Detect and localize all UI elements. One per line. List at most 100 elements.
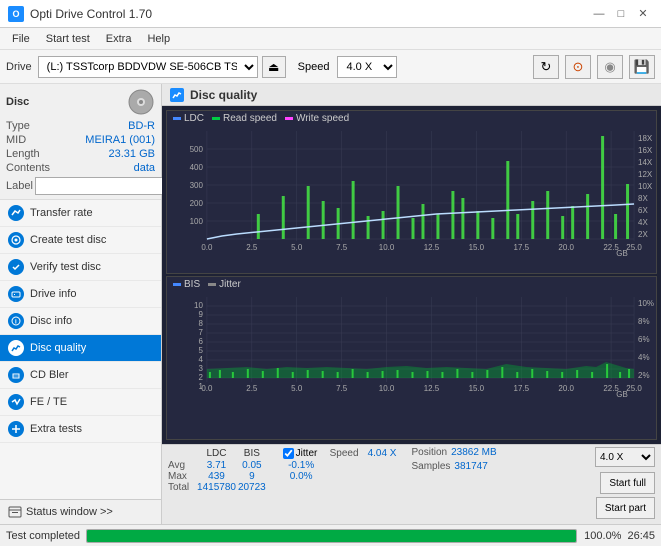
sidebar-nav: Transfer rate Create test disc Verify te… — [0, 200, 161, 499]
svg-text:6X: 6X — [638, 206, 648, 215]
svg-text:8X: 8X — [638, 194, 648, 203]
maximize-button[interactable]: □ — [611, 5, 631, 23]
nav-disc-info[interactable]: i Disc info — [0, 308, 161, 335]
samples-row: Samples 381747 — [412, 461, 542, 472]
app-title: Opti Drive Control 1.70 — [30, 7, 152, 21]
menu-help[interactable]: Help — [139, 31, 178, 47]
speed-select-stats[interactable]: 4.0 X — [595, 447, 655, 467]
jitter-label-legend: Jitter — [219, 279, 241, 290]
disc-svg-icon — [127, 88, 155, 116]
svg-text:0.0: 0.0 — [201, 384, 213, 393]
bottom-chart: BIS Jitter — [166, 276, 657, 440]
max-bis: 9 — [237, 471, 267, 482]
disc-length-row: Length 23.31 GB — [6, 148, 155, 160]
svg-text:20.0: 20.0 — [558, 384, 574, 393]
nav-label-verify: Verify test disc — [30, 261, 101, 273]
max-ldc: 439 — [196, 471, 237, 482]
close-button[interactable]: ✕ — [633, 5, 653, 23]
label-input[interactable] — [35, 177, 175, 195]
jitter-col-label: Jitter — [296, 448, 318, 459]
svg-text:8: 8 — [198, 319, 203, 328]
toolbar: Drive (L:) TSSTcorp BDDVDW SE-506CB TS02… — [0, 50, 661, 84]
nav-icon-extra — [8, 421, 24, 437]
jitter-checkbox[interactable] — [283, 448, 294, 459]
menu-file[interactable]: File — [4, 31, 38, 47]
svg-text:2%: 2% — [638, 371, 650, 380]
stats-bar: LDC BIS Jitter Speed 4.04 X — [162, 444, 661, 524]
svg-text:400: 400 — [190, 163, 204, 172]
nav-label-fe-te: FE / TE — [30, 396, 67, 408]
svg-text:16X: 16X — [638, 146, 653, 155]
charts-area: LDC Read speed Write speed — [162, 106, 661, 444]
nav-fe-te[interactable]: FE / TE — [0, 389, 161, 416]
refresh-button[interactable]: ↻ — [533, 55, 559, 79]
nav-extra-tests[interactable]: Extra tests — [0, 416, 161, 443]
legend-read: Read speed — [212, 113, 277, 124]
nav-icon-drive — [8, 286, 24, 302]
svg-text:10%: 10% — [638, 299, 654, 308]
nav-cd-bler[interactable]: CD Bler — [0, 362, 161, 389]
label-label: Label — [6, 180, 33, 192]
speed-stat-label: Speed — [324, 447, 363, 460]
col-ldc: LDC — [196, 447, 237, 460]
nav-icon-transfer — [8, 205, 24, 221]
start-full-button[interactable]: Start full — [600, 472, 655, 494]
svg-text:5.0: 5.0 — [291, 243, 303, 252]
title-bar-left: O Opti Drive Control 1.70 — [8, 6, 152, 22]
disc-quality-header: Disc quality — [162, 84, 661, 106]
svg-text:6%: 6% — [638, 335, 650, 344]
nav-create-test-disc[interactable]: Create test disc — [0, 227, 161, 254]
progress-bar-fill — [87, 530, 576, 542]
svg-text:15.0: 15.0 — [469, 384, 485, 393]
avg-label: Avg — [168, 460, 196, 471]
status-window-label: Status window >> — [26, 506, 113, 518]
disc-quality-title: Disc quality — [190, 88, 257, 102]
stats-actions: 4.0 X Start full Start part — [551, 447, 655, 519]
nav-label-create: Create test disc — [30, 234, 106, 246]
svg-text:2X: 2X — [638, 230, 648, 239]
svg-text:100: 100 — [190, 217, 204, 226]
start-part-button[interactable]: Start part — [596, 497, 655, 519]
svg-text:2: 2 — [198, 373, 203, 382]
position-label: Position — [412, 447, 448, 458]
jitter-check-cell: Jitter — [279, 447, 324, 460]
disc-contents-row: Contents data — [6, 162, 155, 174]
status-window-icon — [8, 505, 22, 519]
read-dot — [212, 117, 220, 120]
menu-bar: File Start test Extra Help — [0, 28, 661, 50]
nav-transfer-rate[interactable]: Transfer rate — [0, 200, 161, 227]
app-icon: O — [8, 6, 24, 22]
burn-button[interactable]: ⊙ — [565, 55, 591, 79]
minimize-button[interactable]: — — [589, 5, 609, 23]
svg-text:0.0: 0.0 — [201, 243, 213, 252]
menu-start-test[interactable]: Start test — [38, 31, 98, 47]
status-text: Test completed — [6, 530, 80, 542]
speed-select[interactable]: 4.0 X — [337, 56, 397, 78]
erase-button[interactable]: ◉ — [597, 55, 623, 79]
menu-extra[interactable]: Extra — [98, 31, 140, 47]
nav-disc-quality[interactable]: Disc quality — [0, 335, 161, 362]
nav-drive-info[interactable]: Drive info — [0, 281, 161, 308]
bottom-chart-legend: BIS Jitter — [167, 277, 656, 292]
status-window-button[interactable]: Status window >> — [0, 499, 161, 524]
jitter-dot — [208, 283, 216, 286]
nav-verify-test-disc[interactable]: Verify test disc — [0, 254, 161, 281]
nav-icon-cd-bler — [8, 367, 24, 383]
svg-text:5.0: 5.0 — [291, 384, 303, 393]
disc-quality-icon — [170, 88, 184, 102]
avg-bis: 0.05 — [237, 460, 267, 471]
type-value: BD-R — [128, 120, 155, 132]
svg-text:6: 6 — [198, 337, 203, 346]
bottom-chart-svg: 10 9 8 7 6 5 4 3 2 1 10% 8% 6% 4% 2% — [167, 292, 656, 397]
title-controls: — □ ✕ — [589, 5, 653, 23]
nav-icon-fe-te — [8, 394, 24, 410]
drive-select[interactable]: (L:) TSSTcorp BDDVDW SE-506CB TS02 — [38, 56, 258, 78]
total-label: Total — [168, 482, 196, 493]
type-label: Type — [6, 120, 30, 132]
top-chart: LDC Read speed Write speed — [166, 110, 657, 274]
stats-total-row: Total 1415780 20723 — [168, 482, 402, 493]
svg-text:8%: 8% — [638, 317, 650, 326]
save-button[interactable]: 💾 — [629, 55, 655, 79]
max-label: Max — [168, 471, 196, 482]
eject-button[interactable]: ⏏ — [262, 56, 286, 78]
